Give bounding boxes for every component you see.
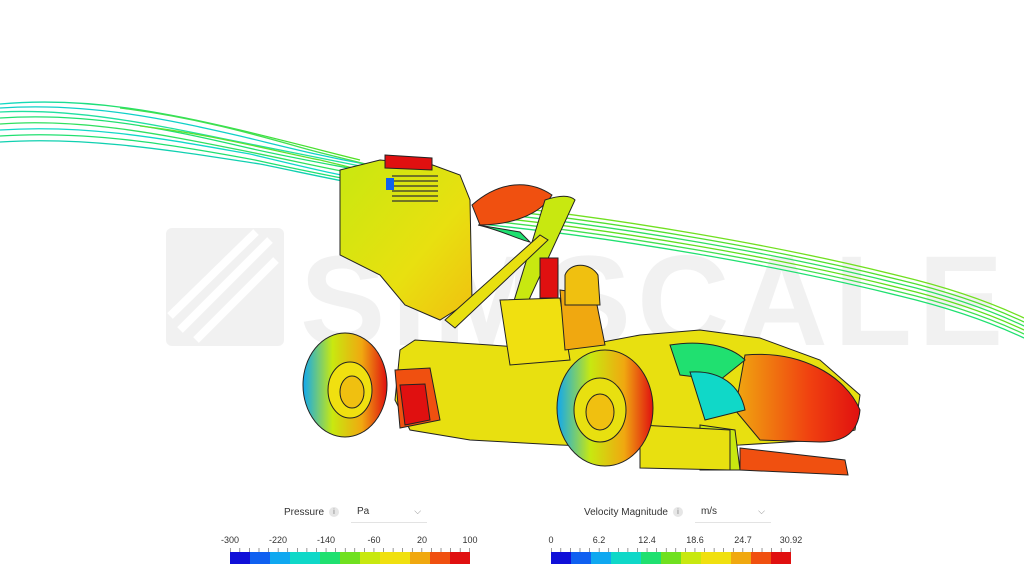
color-swatch <box>671 552 682 564</box>
color-swatch <box>701 552 712 564</box>
front-wheel <box>556 349 654 467</box>
tick-label: 18.6 <box>686 535 704 545</box>
color-swatch <box>621 552 632 564</box>
color-swatch <box>681 552 692 564</box>
pressure-unit-select[interactable]: Pa ⌵ <box>351 501 428 523</box>
color-swatch <box>440 552 451 564</box>
color-swatch <box>390 552 401 564</box>
color-swatch <box>310 552 321 564</box>
color-swatch <box>340 552 351 564</box>
velocity-color-bar <box>551 552 791 564</box>
color-swatch <box>420 552 431 564</box>
pressure-legend-title: Pressure <box>284 506 325 518</box>
color-swatch <box>721 552 732 564</box>
color-swatch <box>771 552 782 564</box>
velocity-legend: Velocity Magnitude i m/s ⌵ 0 6.2 12.4 18… <box>548 498 802 576</box>
color-swatch <box>751 552 762 564</box>
color-swatch <box>350 552 361 564</box>
pressure-color-bar <box>230 552 470 564</box>
color-swatch <box>240 552 251 564</box>
car-simulation-scene: SIMSCALE <box>0 101 1024 476</box>
color-swatch <box>450 552 461 564</box>
color-swatch <box>761 552 772 564</box>
color-swatch <box>661 552 672 564</box>
velocity-unit-select[interactable]: m/s ⌵ <box>694 501 771 523</box>
color-swatch <box>711 552 722 564</box>
color-swatch <box>300 552 311 564</box>
color-swatch <box>591 552 602 564</box>
color-swatch <box>741 552 752 564</box>
chevron-down-icon: ⌵ <box>758 506 765 517</box>
color-swatch <box>360 552 371 564</box>
velocity-unit-value: m/s <box>700 506 718 517</box>
color-swatch <box>731 552 742 564</box>
tick-label: 20 <box>416 535 428 545</box>
tick-label: -60 <box>367 535 381 545</box>
tick-label: -220 <box>268 535 288 545</box>
tick-label: 12.4 <box>638 535 656 545</box>
tick-label: -300 <box>220 535 240 545</box>
info-icon[interactable]: i <box>672 507 683 517</box>
color-swatch <box>320 552 331 564</box>
color-swatch <box>370 552 381 564</box>
color-swatch <box>400 552 411 564</box>
chevron-down-icon: ⌵ <box>414 506 422 517</box>
color-swatch <box>641 552 652 564</box>
tick-label: 6.2 <box>592 535 606 545</box>
color-swatch <box>581 552 592 564</box>
tick-label: 30.92 <box>779 535 803 545</box>
color-swatch <box>250 552 261 564</box>
color-swatch <box>571 552 582 564</box>
color-swatch <box>651 552 662 564</box>
velocity-tick-labels: 0 6.2 12.4 18.6 24.7 30.92 <box>548 535 802 547</box>
color-swatch <box>280 552 291 564</box>
color-swatch <box>611 552 622 564</box>
color-swatch <box>781 552 791 564</box>
3d-viewport[interactable]: SIMSCALE <box>0 0 1024 500</box>
tick-label: 100 <box>462 535 478 545</box>
tick-label: 24.7 <box>734 535 752 545</box>
color-swatch <box>260 552 271 564</box>
rear-wheel <box>302 332 388 438</box>
pressure-unit-value: Pa <box>357 506 370 517</box>
color-swatch <box>601 552 612 564</box>
color-swatch <box>290 552 301 564</box>
color-swatch <box>330 552 341 564</box>
color-swatch <box>270 552 281 564</box>
color-swatch <box>631 552 642 564</box>
info-icon[interactable]: i <box>329 507 340 517</box>
color-swatch <box>430 552 441 564</box>
color-swatch <box>230 552 241 564</box>
tick-label: -140 <box>316 535 336 545</box>
color-swatch <box>551 552 562 564</box>
color-swatch <box>460 552 470 564</box>
color-swatch <box>410 552 421 564</box>
color-swatch <box>561 552 572 564</box>
tick-label: 0 <box>548 535 554 545</box>
pressure-tick-labels: -300 -220 -140 -60 20 100 <box>221 535 478 547</box>
velocity-legend-title: Velocity Magnitude <box>584 506 668 518</box>
color-swatch <box>691 552 702 564</box>
pressure-legend: Pressure i Pa ⌵ -300 -220 -140 -60 20 10… <box>221 498 478 576</box>
color-swatch <box>380 552 391 564</box>
